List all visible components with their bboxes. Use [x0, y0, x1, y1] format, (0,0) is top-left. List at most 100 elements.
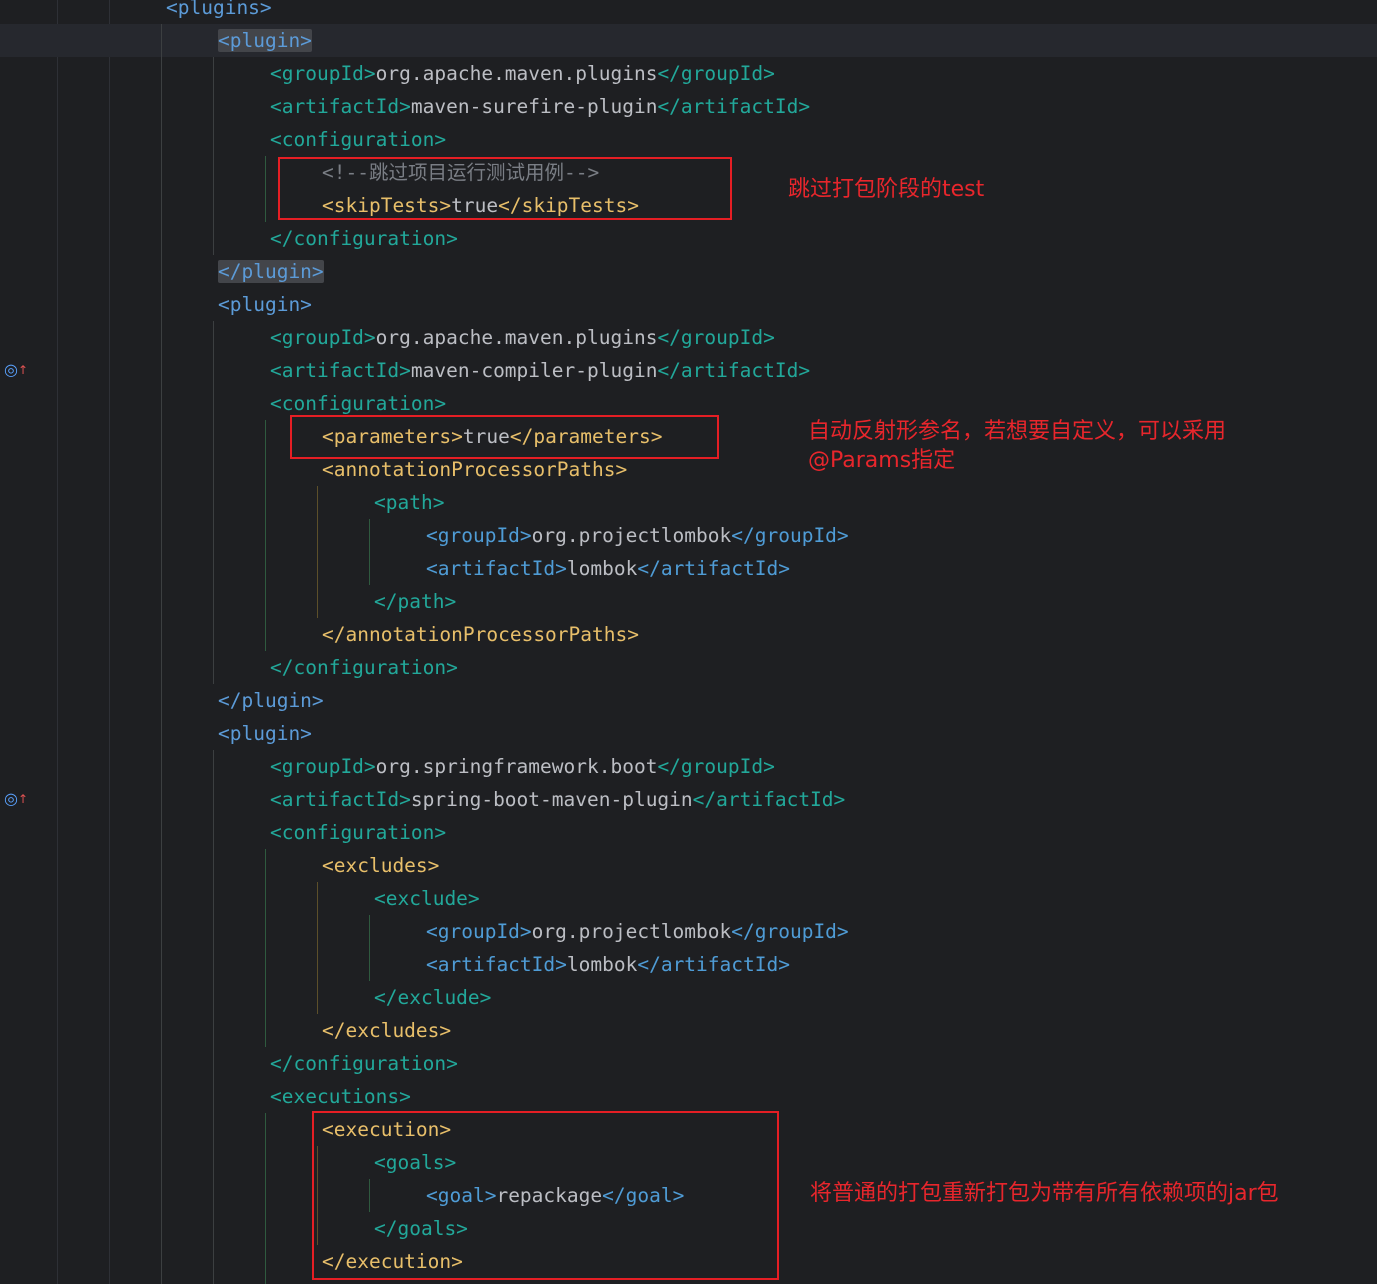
- code-line[interactable]: <configuration>: [270, 123, 446, 156]
- xml-close-tag: </groupId>: [657, 62, 775, 85]
- code-line[interactable]: <plugin>: [218, 288, 312, 321]
- xml-close-tag: </groupId>: [731, 524, 849, 547]
- xml-close-tag: </artifactId>: [637, 953, 790, 976]
- code-line[interactable]: <artifactId>maven-surefire-plugin</artif…: [270, 90, 810, 123]
- annotation-box-parameters: [290, 415, 719, 459]
- xml-value: maven-compiler-plugin: [410, 359, 658, 382]
- code-line[interactable]: </configuration>: [270, 222, 458, 255]
- annotation-box-skip-tests: [278, 157, 732, 220]
- code-line[interactable]: <artifactId>spring-boot-maven-plugin</ar…: [270, 783, 845, 816]
- xml-open-tag: <plugins>: [166, 0, 272, 19]
- xml-close-tag: </annotationProcessorPaths>: [322, 623, 639, 646]
- xml-close-tag: </groupId>: [657, 755, 775, 778]
- xml-open-tag: <plugin>: [218, 722, 312, 745]
- xml-close-tag: </path>: [374, 590, 457, 613]
- code-line[interactable]: </plugin>: [218, 255, 324, 288]
- code-line[interactable]: <plugin>: [218, 24, 312, 57]
- current-line-highlight: [0, 24, 1377, 57]
- indent-guide: [161, 24, 162, 1284]
- xml-close-tag: </plugin>: [218, 689, 324, 712]
- code-line[interactable]: <groupId>org.projectlombok</groupId>: [426, 915, 849, 948]
- indent-guide: [265, 1113, 266, 1284]
- code-line[interactable]: </configuration>: [270, 1047, 458, 1080]
- xml-value: maven-surefire-plugin: [410, 95, 658, 118]
- xml-open-tag: <executions>: [270, 1085, 411, 1108]
- indent-guide: [213, 321, 214, 684]
- xml-value: org.apache.maven.plugins: [375, 326, 658, 349]
- code-line[interactable]: <plugins>: [166, 0, 272, 24]
- indent-guide: [369, 519, 370, 585]
- xml-close-tag: </groupId>: [657, 326, 775, 349]
- code-line[interactable]: <groupId>org.projectlombok</groupId>: [426, 519, 849, 552]
- fold-separator: [109, 0, 110, 1284]
- code-line[interactable]: </exclude>: [374, 981, 491, 1014]
- indent-guide: [369, 915, 370, 981]
- xml-open-tag: <annotationProcessorPaths>: [322, 458, 628, 481]
- xml-close-tag: </configuration>: [270, 656, 458, 679]
- xml-close-tag: </configuration>: [270, 1052, 458, 1075]
- code-line[interactable]: <groupId>org.springframework.boot</group…: [270, 750, 775, 783]
- xml-open-tag: <groupId>: [270, 62, 376, 85]
- xml-open-tag: <artifactId>: [270, 359, 411, 382]
- xml-close-tag: </artifactId>: [657, 95, 811, 118]
- indent-guide: [265, 420, 266, 651]
- xml-close-tag: </artifactId>: [637, 557, 790, 580]
- code-line[interactable]: <plugin>: [218, 717, 312, 750]
- xml-value: org.projectlombok: [531, 524, 732, 547]
- xml-open-tag: <excludes>: [322, 854, 440, 877]
- target-icon[interactable]: ◎↑: [4, 788, 30, 810]
- xml-open-tag: <groupId>: [270, 755, 376, 778]
- xml-close-tag: </excludes>: [322, 1019, 452, 1042]
- xml-open-tag: <exclude>: [374, 887, 480, 910]
- code-line[interactable]: <groupId>org.apache.maven.plugins</group…: [270, 57, 775, 90]
- code-line[interactable]: <executions>: [270, 1080, 411, 1113]
- indent-guide: [265, 156, 266, 222]
- code-line[interactable]: </configuration>: [270, 651, 458, 684]
- indent-guide: [213, 57, 214, 255]
- xml-close-tag: </artifactId>: [657, 359, 811, 382]
- xml-value: lombok: [566, 557, 638, 580]
- indent-guide: [317, 486, 318, 618]
- code-line[interactable]: <excludes>: [322, 849, 439, 882]
- xml-open-tag: <artifactId>: [270, 95, 411, 118]
- xml-open-tag: <groupId>: [426, 524, 532, 547]
- xml-value: org.projectlombok: [531, 920, 732, 943]
- xml-value: org.springframework.boot: [375, 755, 658, 778]
- gutter-separator: [57, 0, 58, 1284]
- code-line[interactable]: </annotationProcessorPaths>: [322, 618, 639, 651]
- indent-guide: [317, 882, 318, 1014]
- xml-open-tag: <plugin>: [218, 29, 312, 52]
- code-line[interactable]: <artifactId>lombok</artifactId>: [426, 948, 790, 981]
- code-line[interactable]: <artifactId>maven-compiler-plugin</artif…: [270, 354, 810, 387]
- code-line[interactable]: <exclude>: [374, 882, 480, 915]
- xml-close-tag: </exclude>: [374, 986, 492, 1009]
- code-line[interactable]: <artifactId>lombok</artifactId>: [426, 552, 790, 585]
- xml-open-tag: <path>: [374, 491, 445, 514]
- xml-close-tag: </artifactId>: [692, 788, 846, 811]
- code-line[interactable]: <configuration>: [270, 816, 446, 849]
- target-icon[interactable]: ◎↑: [4, 359, 30, 381]
- xml-close-tag: </configuration>: [270, 227, 458, 250]
- xml-open-tag: <configuration>: [270, 128, 447, 151]
- xml-open-tag: <groupId>: [270, 326, 376, 349]
- annotation-skip-test: 跳过打包阶段的test: [788, 177, 985, 202]
- code-line[interactable]: </path>: [374, 585, 456, 618]
- indent-guide: [213, 750, 214, 1284]
- annotation-repackage: 将普通的打包重新打包为带有所有依赖项的jar包: [810, 1181, 1279, 1206]
- code-line[interactable]: </excludes>: [322, 1014, 451, 1047]
- xml-open-tag: <artifactId>: [426, 953, 567, 976]
- annotation-box-execution: [312, 1111, 779, 1280]
- xml-open-tag: <plugin>: [218, 293, 312, 316]
- xml-close-tag: </plugin>: [218, 260, 324, 283]
- xml-open-tag: <configuration>: [270, 821, 447, 844]
- annotation-parameters: 自动反射形参名，若想要自定义，可以采用 @Params指定: [808, 419, 1227, 473]
- xml-open-tag: <configuration>: [270, 392, 447, 415]
- code-line[interactable]: <path>: [374, 486, 444, 519]
- code-line[interactable]: <groupId>org.apache.maven.plugins</group…: [270, 321, 775, 354]
- code-line[interactable]: </plugin>: [218, 684, 324, 717]
- indent-guide: [265, 849, 266, 1047]
- xml-value: lombok: [566, 953, 638, 976]
- xml-value: spring-boot-maven-plugin: [410, 788, 693, 811]
- xml-close-tag: </groupId>: [731, 920, 849, 943]
- xml-open-tag: <groupId>: [426, 920, 532, 943]
